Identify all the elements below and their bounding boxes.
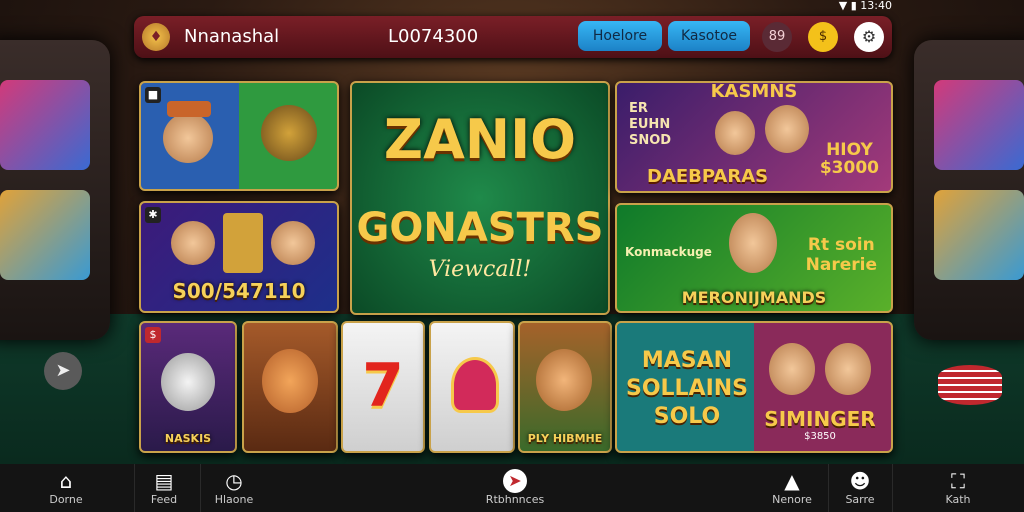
home-icon: ⌂ [59,469,73,493]
status-time: 13:40 [860,0,892,12]
bottom-navigation: ⌂ Dorne ▤ Feed ◷ Hlaone ➤ Rtbhnnces ▲ Ne… [0,464,1024,512]
cat-character [161,353,215,411]
featured-title: ZANIO [383,108,577,171]
character-hat [167,101,211,117]
game-tile-characters[interactable]: ■ [139,81,339,191]
promo-top-label: KASMNS [710,81,798,102]
notification-badge[interactable]: 89 [762,22,792,52]
promo-bottom-label: MERONIJMANDS [681,288,827,307]
character-face [729,213,777,273]
nav-center[interactable]: ➤ Rtbhnnces [470,464,560,512]
promo-left-label: Konmackuge [625,245,712,259]
nav-feed-label: Feed [150,493,178,506]
nav-home-label: Dorne [49,493,83,506]
balance-display: L0074300 [388,26,479,47]
promo-bottom-label: DAEBPARAS [647,166,769,187]
nav-second[interactable]: ◷ Hlaone [204,464,264,512]
back-arrow-button[interactable]: ➤ [44,352,82,390]
game-tile-jackpot[interactable]: ✱ S00/547110 [139,201,339,313]
featured-subtitle: GONASTRS [356,205,604,251]
featured-game-tile[interactable]: ZANIO GONASTRS Viewcall! [350,81,610,315]
promo-right-title: SIMINGER [764,407,876,431]
character-face [715,111,755,155]
fox-character [262,349,318,413]
nav-center-label: Rtbhnnces [485,493,545,506]
character-face [271,221,315,265]
promo-left-title: MASAN SOLLAINS SOLO [625,348,749,429]
deer-character [536,349,592,411]
poker-chips [938,365,1002,405]
game-caption: PLY HIBMHE [527,432,603,445]
nav-home[interactable]: ⌂ Dorne [34,464,98,512]
featured-tagline: Viewcall! [428,257,532,282]
spin-icon: ➤ [503,469,527,493]
chart-icon: ▲ [784,469,800,493]
jackpot-amount: S00/547110 [172,279,306,303]
promo-small-amount: $3850 [804,431,836,442]
coin-badge[interactable]: $ [808,22,838,52]
tile-badge-icon: ✱ [145,207,161,223]
tile-badge-icon: $ [145,327,161,343]
game-tile-seven[interactable]: 7 [341,321,425,453]
nav-feed[interactable]: ▤ Feed [134,464,194,512]
settings-icon[interactable]: ⚙ [854,22,884,52]
header-button-1[interactable]: Hoelore [578,21,662,51]
game-caption: NASKIS [164,432,212,445]
character-face [769,343,815,395]
slot-machine-left [0,40,110,340]
nav-profile-label: Sarre [845,493,875,506]
promo-tile-solitaire[interactable]: MASAN SOLLAINS SOLO SIMINGER $3850 [615,321,893,453]
game-tile-cat[interactable]: $ NASKIS [139,321,237,453]
app-name: Nnanashal [184,26,280,47]
lucky-seven-symbol: 7 [362,351,404,421]
character-face [163,113,213,163]
character-face [825,343,871,395]
lantern-icon [261,105,317,161]
nav-profile[interactable]: ☻ Sarre [830,464,890,512]
app-logo-icon[interactable]: ♦ [142,23,170,51]
game-tile-deer[interactable]: PLY HIBMHE [518,321,612,453]
nav-divider [828,464,829,512]
promo-right-text: Rt soin Narerie [805,235,877,275]
nav-divider [892,464,893,512]
promo-tile-casino[interactable]: KASMNS ER EUHN SNOD HIOY $3000 DAEBPARAS [615,81,893,193]
character-face [765,105,809,153]
header-button-2[interactable]: Kasotoe [668,21,750,51]
character-face [171,221,215,265]
nav-second-label: Hlaone [214,493,254,506]
tile-badge-icon: ■ [145,87,161,103]
promo-right-text: HIOY $3000 [819,140,879,178]
game-tile-fox[interactable] [242,321,338,453]
header-bar: ♦ Nnanashal L0074300 Hoelore Kasotoe 89 … [134,16,892,58]
nav-last-label: Kath [945,493,971,506]
profile-icon: ☻ [849,469,871,493]
slot-reels [223,213,263,273]
expand-icon: ⛶ [951,469,965,493]
promo-tile-green[interactable]: Konmackuge Rt soin Narerie MERONIJMANDS [615,203,893,313]
nav-last[interactable]: ⛶ Kath [928,464,988,512]
list-icon: ▤ [154,469,174,493]
promo-left-text: ER EUHN SNOD [629,101,672,148]
bell-symbol-icon [451,357,499,413]
game-tile-bell[interactable] [429,321,515,453]
nav-rewards-label: Nenore [772,493,812,506]
clock-icon: ◷ [225,469,243,493]
nav-rewards[interactable]: ▲ Nenore [762,464,822,512]
slot-machine-right [914,40,1024,340]
status-bar: ▼ ▮ 13:40 [838,0,892,12]
nav-divider [200,464,201,512]
